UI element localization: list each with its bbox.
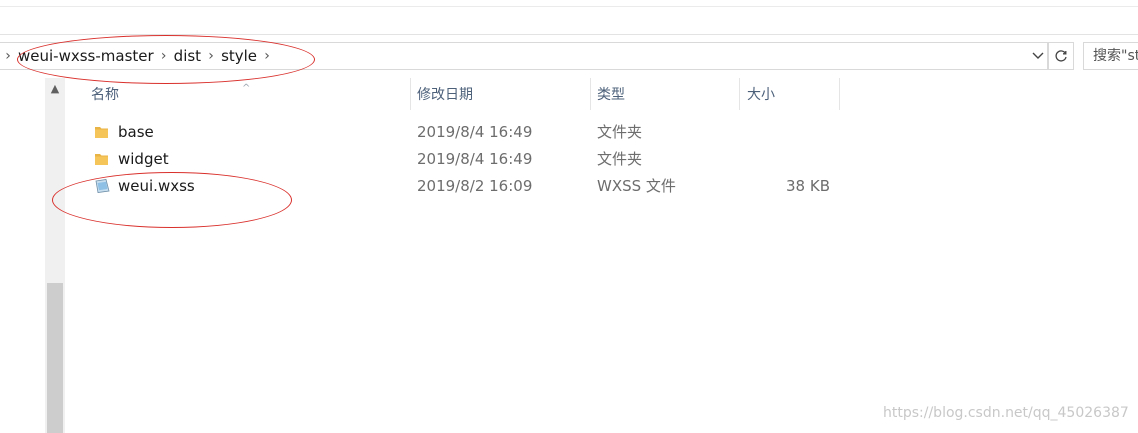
column-header-size-label: 大小: [747, 87, 775, 103]
file-date-modified: 2019/8/2 16:09: [417, 177, 533, 195]
column-divider[interactable]: [839, 78, 840, 110]
chevron-right-icon[interactable]: ›: [0, 48, 16, 64]
refresh-icon: [1055, 50, 1067, 62]
chevron-down-icon: [1032, 52, 1044, 59]
folder-icon: [95, 127, 108, 138]
column-header-type[interactable]: 类型: [585, 78, 735, 110]
column-header-type-label: 类型: [597, 87, 625, 103]
annotation-ellipse-wxss-file: [52, 172, 292, 228]
history-dropdown-button[interactable]: [1029, 47, 1047, 65]
file-date-modified: 2019/8/4 16:49: [417, 150, 533, 168]
scroll-up-arrow-icon[interactable]: ▲: [45, 78, 65, 98]
file-size: 38 KB: [786, 177, 830, 195]
annotation-ellipse-breadcrumb: [17, 35, 315, 84]
file-type: 文件夹: [597, 150, 643, 168]
watermark: https://blog.csdn.net/qq_45026387: [883, 405, 1129, 421]
file-row-base[interactable]: base 2019/8/4 16:49 文件夹: [79, 119, 849, 146]
navigation-pane-scrollbar[interactable]: ▲: [45, 78, 65, 433]
file-row-widget[interactable]: widget 2019/8/4 16:49 文件夹: [79, 146, 849, 173]
toolbar-strip: [0, 0, 1138, 35]
file-name[interactable]: base: [118, 119, 154, 146]
column-header-date-modified[interactable]: 修改日期: [405, 78, 585, 110]
column-header-size[interactable]: 大小: [735, 78, 839, 110]
column-header-date-label: 修改日期: [417, 87, 473, 103]
file-size: [739, 146, 830, 173]
column-header-name-label: 名称: [91, 87, 119, 103]
refresh-button[interactable]: [1048, 42, 1074, 70]
file-size: [739, 119, 830, 146]
search-input[interactable]: 搜索"style": [1083, 42, 1138, 70]
file-date-modified: 2019/8/4 16:49: [417, 123, 533, 141]
file-name[interactable]: widget: [118, 146, 169, 173]
file-type: 文件夹: [597, 123, 643, 141]
scrollbar-thumb[interactable]: [47, 283, 63, 433]
folder-icon: [95, 154, 108, 165]
file-type: WXSS 文件: [597, 177, 676, 195]
